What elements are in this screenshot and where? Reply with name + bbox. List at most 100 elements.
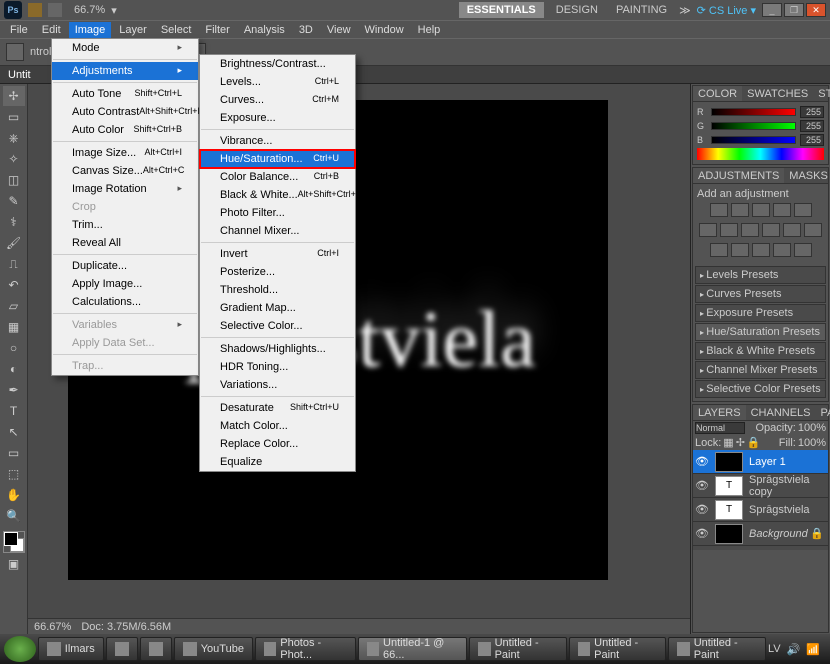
tray-network-icon[interactable]: 📶 <box>806 643 820 656</box>
menu-view[interactable]: View <box>321 22 357 38</box>
start-button[interactable] <box>4 636 36 662</box>
spectrum-bar[interactable] <box>697 148 824 160</box>
layer-thumb[interactable] <box>715 452 743 472</box>
b-slider[interactable] <box>711 136 796 144</box>
mi-adjustments[interactable]: Adjustments <box>52 62 198 80</box>
taskbar-item[interactable]: YouTube <box>174 637 253 661</box>
adj-icon-13[interactable] <box>731 243 749 257</box>
mi-threshold[interactable]: Threshold... <box>200 281 355 299</box>
eyedropper-tool[interactable]: ✎ <box>3 191 25 211</box>
mi-shadows-highlights[interactable]: Shadows/Highlights... <box>200 340 355 358</box>
mi-apply-image[interactable]: Apply Image... <box>52 275 198 293</box>
stamp-tool[interactable]: ⎍ <box>3 254 25 274</box>
adj-icon-3[interactable] <box>752 203 770 217</box>
lock-all-icon[interactable]: 🔒 <box>747 436 761 449</box>
mi-match-color[interactable]: Match Color... <box>200 417 355 435</box>
hand-tool[interactable]: ✋ <box>3 485 25 505</box>
status-zoom[interactable]: 66.67% <box>34 621 71 633</box>
lasso-tool[interactable]: ⎈ <box>3 128 25 148</box>
adj-icon-5[interactable] <box>794 203 812 217</box>
cslive-button[interactable]: ⟳ CS Live ▾ <box>697 4 756 17</box>
lock-pixels-icon[interactable]: ▦ <box>723 436 733 449</box>
blur-tool[interactable]: ○ <box>3 338 25 358</box>
status-doc[interactable]: Doc: 3.75M/6.56M <box>81 621 171 633</box>
mi-desaturate[interactable]: DesaturateShift+Ctrl+U <box>200 399 355 417</box>
mi-hdr-toning[interactable]: HDR Toning... <box>200 358 355 376</box>
tab-color[interactable]: COLOR <box>693 86 742 101</box>
r-value[interactable]: 255 <box>800 106 824 118</box>
mi-invert[interactable]: InvertCtrl+I <box>200 245 355 263</box>
mi-calculations[interactable]: Calculations... <box>52 293 198 311</box>
gradient-tool[interactable]: ▦ <box>3 317 25 337</box>
layer-thumb[interactable]: T <box>715 500 743 520</box>
mi-color-balance[interactable]: Color Balance...Ctrl+B <box>200 168 355 186</box>
mi-canvas-size[interactable]: Canvas Size...Alt+Ctrl+C <box>52 162 198 180</box>
adj-icon-6[interactable] <box>699 223 717 237</box>
layer-name[interactable]: Background <box>747 528 810 540</box>
adj-icon-16[interactable] <box>794 243 812 257</box>
zoom-tool[interactable]: 🔍 <box>3 506 25 526</box>
g-slider[interactable] <box>711 122 796 130</box>
healing-tool[interactable]: ⚕ <box>3 212 25 232</box>
tab-masks[interactable]: MASKS <box>784 168 830 183</box>
adj-icon-1[interactable] <box>710 203 728 217</box>
tab-channels[interactable]: CHANNELS <box>746 405 816 420</box>
mi-gradient-map[interactable]: Gradient Map... <box>200 299 355 317</box>
wand-tool[interactable]: ✧ <box>3 149 25 169</box>
mi-selective-color[interactable]: Selective Color... <box>200 317 355 335</box>
pen-tool[interactable]: ✒ <box>3 380 25 400</box>
tray-lang[interactable]: LV <box>768 643 781 655</box>
workspace-painting[interactable]: PAINTING <box>610 2 673 18</box>
maximize-button[interactable]: ❐ <box>784 3 804 17</box>
adj-icon-8[interactable] <box>741 223 759 237</box>
taskbar-item[interactable] <box>106 637 138 661</box>
mi-mode[interactable]: Mode <box>52 39 198 57</box>
tool-preset-icon[interactable] <box>6 43 24 61</box>
eraser-tool[interactable]: ▱ <box>3 296 25 316</box>
preset-curves[interactable]: Curves Presets <box>695 285 826 303</box>
mi-equalize[interactable]: Equalize <box>200 453 355 471</box>
mi-trim[interactable]: Trim... <box>52 216 198 234</box>
menu-layer[interactable]: Layer <box>113 22 153 38</box>
menu-analysis[interactable]: Analysis <box>238 22 291 38</box>
history-brush-tool[interactable]: ↶ <box>3 275 25 295</box>
menu-3d[interactable]: 3D <box>293 22 319 38</box>
layer-row[interactable]: 👁 T Sprāgstviela <box>693 498 828 522</box>
opacity-value[interactable]: 100% <box>798 422 826 434</box>
zoom-level[interactable]: 66.7% <box>74 4 105 16</box>
workspace-more-icon[interactable]: ≫ <box>679 4 691 17</box>
preset-hue-saturation[interactable]: Hue/Saturation Presets <box>695 323 826 341</box>
preset-black-white[interactable]: Black & White Presets <box>695 342 826 360</box>
workspace-essentials[interactable]: ESSENTIALS <box>459 2 544 18</box>
tab-paths[interactable]: PATHS <box>816 405 830 420</box>
visibility-icon[interactable]: 👁 <box>693 503 711 516</box>
layer-name[interactable]: Layer 1 <box>747 456 828 468</box>
adj-icon-4[interactable] <box>773 203 791 217</box>
menu-image[interactable]: Image <box>69 22 112 38</box>
mi-photo-filter[interactable]: Photo Filter... <box>200 204 355 222</box>
adj-icon-10[interactable] <box>783 223 801 237</box>
workspace-design[interactable]: DESIGN <box>550 2 604 18</box>
mi-reveal-all[interactable]: Reveal All <box>52 234 198 252</box>
tray-volume-icon[interactable]: 🔊 <box>787 643 801 656</box>
menu-file[interactable]: File <box>4 22 34 38</box>
mi-image-rotation[interactable]: Image Rotation <box>52 180 198 198</box>
mi-auto-tone[interactable]: Auto ToneShift+Ctrl+L <box>52 85 198 103</box>
layer-name[interactable]: Sprāgstviela copy <box>747 474 828 498</box>
foreground-color-icon[interactable] <box>4 532 18 546</box>
taskbar-item[interactable]: Untitled - Paint <box>469 637 567 661</box>
blend-mode-select[interactable] <box>695 422 745 434</box>
view-icon[interactable]: ▾ <box>111 4 117 17</box>
adj-icon-9[interactable] <box>762 223 780 237</box>
layer-row[interactable]: 👁 Background 🔒 <box>693 522 828 546</box>
tab-layers[interactable]: LAYERS <box>693 405 746 420</box>
close-button[interactable]: ✕ <box>806 3 826 17</box>
adj-icon-7[interactable] <box>720 223 738 237</box>
fill-value[interactable]: 100% <box>798 437 826 449</box>
taskbar-item[interactable]: Photos - Phot... <box>255 637 356 661</box>
bridge-icon[interactable] <box>28 3 42 17</box>
mi-brightness-contrast[interactable]: Brightness/Contrast... <box>200 55 355 73</box>
preset-selective-color[interactable]: Selective Color Presets <box>695 380 826 398</box>
move-tool[interactable]: ✢ <box>3 86 25 106</box>
layer-row[interactable]: 👁 Layer 1 <box>693 450 828 474</box>
